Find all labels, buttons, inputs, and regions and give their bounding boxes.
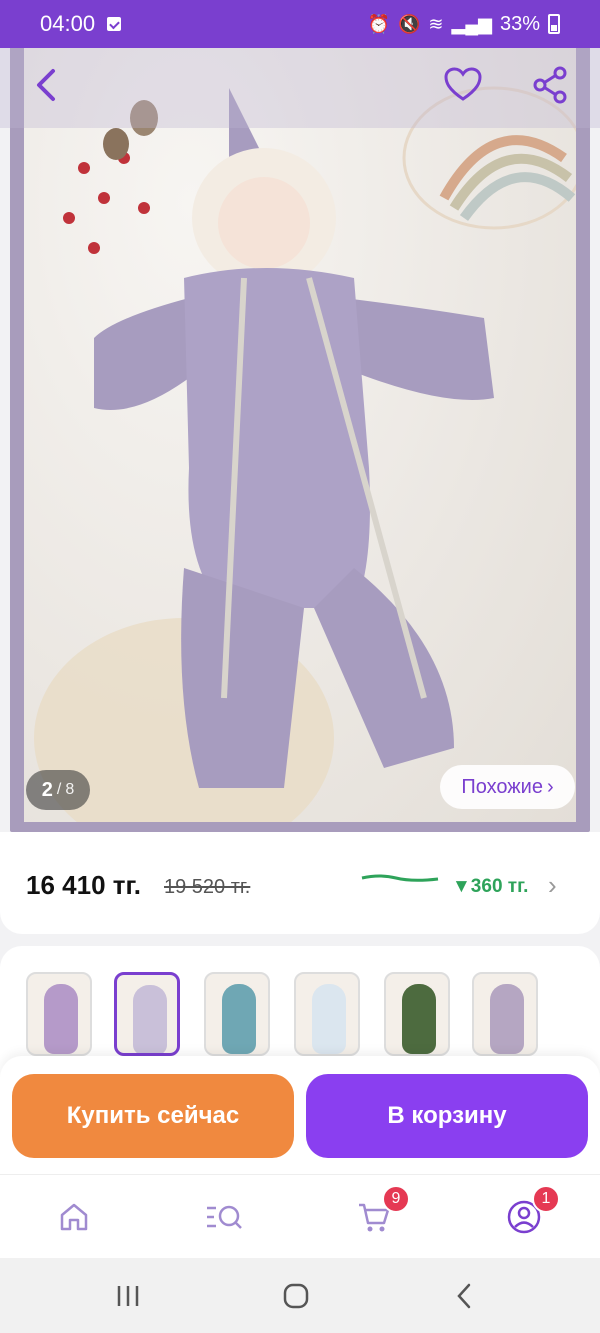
chevron-right-icon: › [546,775,554,798]
home-system-button[interactable] [276,1280,316,1312]
product-gallery[interactable]: 2 / 8 Похожие › [10,42,590,832]
wifi-icon: ≋ [428,13,444,34]
chevron-left-icon [457,1283,471,1309]
share-icon [533,66,567,104]
status-bar: 04:00 ⏰ 🔇 ≋ ▂▄▆ 33% [0,0,600,48]
price-trend-line [361,874,439,882]
header-overlay [0,48,600,128]
share-button[interactable] [528,62,574,108]
bottom-navigation: 9 1 [0,1174,600,1258]
similar-products-button[interactable]: Похожие › [440,765,575,809]
price-card[interactable]: 16 410 тг. 19 520 тг. ▼360 тг. › [0,832,600,934]
variant-swatch [312,984,346,1054]
profile-badge: 1 [532,1185,560,1213]
notification-check-icon [107,17,122,31]
status-icons: ⏰ 🔇 ≋ ▂▄▆ 33% [368,13,560,36]
nav-cart[interactable]: 9 [352,1185,410,1239]
variant-swatch [133,985,167,1053]
variant-thumb-4[interactable] [294,972,360,1056]
nav-catalog-search[interactable] [202,1195,246,1239]
add-to-cart-button[interactable]: В корзину [306,1074,588,1158]
mute-icon: 🔇 [398,13,421,34]
variant-swatch [490,984,524,1054]
home-icon [60,1203,88,1231]
recent-apps-button[interactable] [108,1280,148,1312]
variant-thumb-2-selected[interactable] [114,972,180,1056]
nav-profile[interactable]: 1 [502,1185,560,1239]
variant-swatch [222,984,256,1054]
home-circle-icon [283,1283,309,1309]
variant-thumb-6[interactable] [472,972,538,1056]
old-price: 19 520 тг. [164,876,251,898]
chevron-right-icon[interactable]: › [548,870,557,901]
favorite-button[interactable] [440,62,486,108]
back-button[interactable] [24,60,68,110]
battery-icon [548,14,560,34]
variant-swatch [402,984,436,1054]
current-price: 16 410 тг. [26,870,141,900]
recent-apps-icon [117,1286,139,1306]
heart-icon [444,67,482,101]
buy-now-button[interactable]: Купить сейчас [12,1074,294,1158]
chevron-left-icon [37,69,55,101]
nav-home[interactable] [52,1195,96,1239]
variant-thumb-1[interactable] [26,972,92,1056]
price-drop: ▼360 тг. [452,876,529,897]
similar-products-label: Похожие [461,775,543,798]
gallery-page-counter: 2 / 8 [26,770,90,810]
variant-swatch [44,984,78,1054]
catalog-search-icon [207,1205,242,1229]
battery-percent: 33% [499,12,540,35]
variant-thumb-5[interactable] [384,972,450,1056]
alarm-icon: ⏰ [367,13,390,34]
purchase-actions: Купить сейчас В корзину [0,1056,600,1174]
variant-thumb-3[interactable] [204,972,270,1056]
signal-icon: ▂▄▆ [451,13,492,34]
back-system-button[interactable] [444,1280,484,1312]
system-navigation-bar [0,1258,600,1333]
cart-badge: 9 [382,1185,410,1213]
status-time: 04:00 [40,11,96,36]
product-photo [34,86,576,822]
